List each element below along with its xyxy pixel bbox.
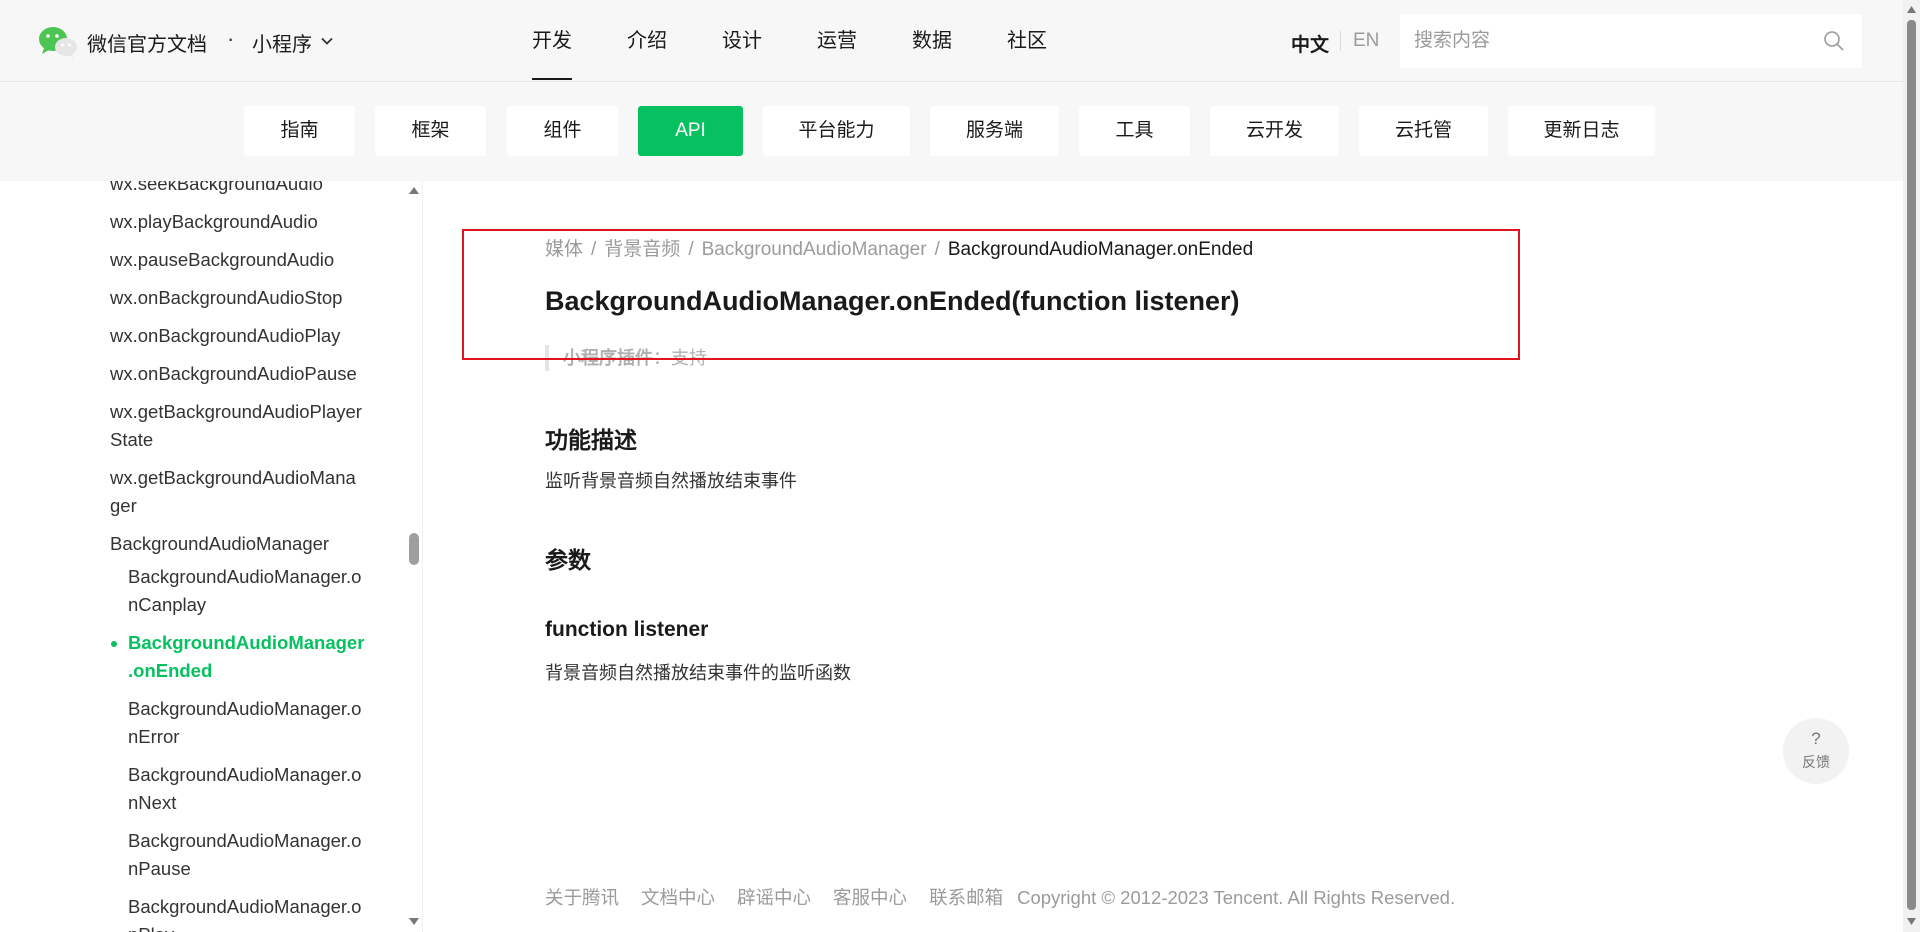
tab-cloud-dev[interactable]: 云开发 bbox=[1210, 106, 1339, 156]
window-scroll-down-icon[interactable] bbox=[1907, 918, 1916, 925]
footer: 关于腾讯 文档中心 辟谣中心 客服中心 联系邮箱 Copyright © 2012-202… bbox=[545, 884, 1455, 910]
footer-link-about[interactable]: 关于腾讯 bbox=[545, 887, 619, 908]
sidebar-item-on-canplay-cont[interactable]: nCanplay bbox=[128, 591, 206, 619]
nav-item-operation[interactable]: 运营 bbox=[817, 0, 857, 82]
sidebar-item-on-bg-audio-play[interactable]: wx.onBackgroundAudioPlay bbox=[110, 322, 340, 350]
wechat-logo-icon[interactable] bbox=[38, 26, 78, 58]
sidebar-item-on-bg-audio-stop[interactable]: wx.onBackgroundAudioStop bbox=[110, 284, 342, 312]
param-desc: 背景音频自然播放结束事件的监听函数 bbox=[545, 663, 851, 683]
nav-item-community[interactable]: 社区 bbox=[1007, 0, 1047, 82]
breadcrumb-current: BackgroundAudioManager.onEnded bbox=[947, 239, 1254, 260]
breadcrumb-media[interactable]: 媒体 bbox=[545, 234, 583, 261]
question-mark-icon: ? bbox=[1811, 729, 1821, 748]
footer-copyright: Copyright © 2012-2023 Tencent. All Right… bbox=[1017, 887, 1456, 908]
window-scrollbar-thumb[interactable] bbox=[1907, 20, 1916, 910]
scroll-up-arrow-icon[interactable] bbox=[408, 185, 420, 195]
sidebar-item-pause-bg-audio[interactable]: wx.pauseBackgroundAudio bbox=[110, 246, 334, 274]
sub-nav: 指南 框架 组件 API 平台能力 服务端 工具 云开发 云托管 更新日志 bbox=[0, 82, 1903, 181]
sidebar-item-on-canplay[interactable]: BackgroundAudioManager.o bbox=[128, 563, 361, 591]
lang-en-link[interactable]: EN bbox=[1353, 30, 1379, 52]
nav-item-design[interactable]: 设计 bbox=[722, 0, 762, 82]
plugin-support-note: 小程序插件：支持 bbox=[545, 345, 707, 371]
breadcrumb-separator: / bbox=[591, 239, 597, 260]
sidebar-item-on-next-cont[interactable]: nNext bbox=[128, 789, 176, 817]
tab-platform[interactable]: 平台能力 bbox=[763, 106, 910, 156]
breadcrumb-separator: / bbox=[688, 239, 694, 260]
footer-link-rumor[interactable]: 辟谣中心 bbox=[737, 887, 811, 908]
tab-framework[interactable]: 框架 bbox=[375, 106, 486, 156]
tab-tools[interactable]: 工具 bbox=[1079, 106, 1190, 156]
nav-item-dev[interactable]: 开发 bbox=[532, 0, 572, 82]
feedback-button[interactable]: ? 反馈 bbox=[1783, 718, 1849, 784]
sidebar-item-play-bg-audio[interactable]: wx.playBackgroundAudio bbox=[110, 208, 318, 236]
sidebar-item-on-play-cont[interactable]: nPlay bbox=[128, 921, 174, 932]
breadcrumb: 媒体 / 背景音频 / BackgroundAudioManager / Backgroun… bbox=[545, 234, 1253, 261]
search-box bbox=[1400, 14, 1862, 68]
section-desc-text: 监听背景音频自然播放结束事件 bbox=[545, 471, 797, 491]
product-selector[interactable]: 小程序 bbox=[252, 28, 312, 57]
breadcrumb-bg-audio-manager[interactable]: BackgroundAudioManager bbox=[702, 239, 927, 261]
brand-separator: · bbox=[227, 26, 235, 51]
page-title: BackgroundAudioManager.onEnded(function … bbox=[545, 286, 1240, 316]
footer-link-service[interactable]: 客服中心 bbox=[833, 887, 907, 908]
chevron-down-icon[interactable] bbox=[320, 34, 334, 48]
breadcrumb-bg-audio[interactable]: 背景音频 bbox=[604, 234, 680, 261]
page: 微信官方文档 · 小程序 开发 介绍 设计 运营 数据 社区 中文 EN 指南 … bbox=[0, 0, 1920, 932]
feedback-label: 反馈 bbox=[1802, 754, 1830, 770]
nav-item-intro[interactable]: 介绍 bbox=[627, 0, 667, 82]
sidebar-scrollbar-thumb[interactable] bbox=[409, 533, 419, 565]
sidebar-item-get-bg-audio-player-state-cont[interactable]: State bbox=[110, 426, 153, 454]
tab-guide[interactable]: 指南 bbox=[244, 106, 355, 156]
tab-changelog[interactable]: 更新日志 bbox=[1508, 106, 1655, 156]
brand-title[interactable]: 微信官方文档 bbox=[87, 28, 207, 57]
lang-zh-link[interactable]: 中文 bbox=[1291, 30, 1329, 57]
window-scroll-up-icon[interactable] bbox=[1907, 6, 1916, 13]
plugin-support-value: ：支持 bbox=[653, 348, 707, 368]
main-nav: 开发 介绍 设计 运营 数据 社区 bbox=[532, 0, 1102, 82]
active-dot-icon bbox=[111, 641, 117, 647]
sidebar-item-seek-bg-audio[interactable]: wx.seekBackgroundAudio bbox=[110, 181, 323, 198]
sidebar-item-get-bg-audio-manager[interactable]: wx.getBackgroundAudioMana bbox=[110, 464, 356, 492]
breadcrumb-separator: / bbox=[934, 239, 940, 260]
sidebar-item-on-error[interactable]: BackgroundAudioManager.o bbox=[128, 695, 361, 723]
sidebar-item-on-pause-cont[interactable]: nPause bbox=[128, 855, 191, 883]
sidebar-item-get-bg-audio-manager-cont[interactable]: ger bbox=[110, 492, 137, 520]
top-header: 微信官方文档 · 小程序 开发 介绍 设计 运营 数据 社区 中文 EN bbox=[0, 0, 1903, 82]
lang-divider bbox=[1340, 31, 1341, 51]
plugin-support-label: 小程序插件 bbox=[563, 348, 653, 368]
footer-link-email[interactable]: 联系邮箱 bbox=[929, 887, 1003, 908]
param-name: function listener bbox=[545, 618, 709, 641]
tab-api[interactable]: API bbox=[638, 106, 743, 156]
sidebar-item-on-error-cont[interactable]: nError bbox=[128, 723, 179, 751]
sidebar-item-bg-audio-manager[interactable]: BackgroundAudioManager bbox=[110, 530, 329, 558]
sidebar-item-on-play[interactable]: BackgroundAudioManager.o bbox=[128, 893, 361, 921]
footer-link-docs[interactable]: 文档中心 bbox=[641, 887, 715, 908]
sidebar-item-get-bg-audio-player-state[interactable]: wx.getBackgroundAudioPlayer bbox=[110, 398, 362, 426]
sidebar-item-on-ended[interactable]: BackgroundAudioManager bbox=[128, 629, 364, 657]
tab-component[interactable]: 组件 bbox=[507, 106, 618, 156]
section-desc-heading: 功能描述 bbox=[545, 427, 637, 453]
sidebar-item-on-next[interactable]: BackgroundAudioManager.o bbox=[128, 761, 361, 789]
search-input[interactable] bbox=[1414, 14, 1814, 68]
scroll-down-arrow-icon[interactable] bbox=[408, 917, 420, 927]
sidebar-item-on-bg-audio-pause[interactable]: wx.onBackgroundAudioPause bbox=[110, 360, 357, 388]
sidebar-item-on-ended-cont[interactable]: .onEnded bbox=[128, 657, 212, 685]
search-icon[interactable] bbox=[1822, 29, 1846, 53]
sidebar: wx.seekBackgroundAudio wx.playBackground… bbox=[0, 181, 423, 932]
sidebar-item-on-pause[interactable]: BackgroundAudioManager.o bbox=[128, 827, 361, 855]
nav-item-data[interactable]: 数据 bbox=[912, 0, 952, 82]
section-params-heading: 参数 bbox=[545, 547, 591, 573]
tab-cloud-hosting[interactable]: 云托管 bbox=[1359, 106, 1488, 156]
tab-server[interactable]: 服务端 bbox=[930, 106, 1059, 156]
window-scrollbar[interactable] bbox=[1903, 0, 1920, 932]
